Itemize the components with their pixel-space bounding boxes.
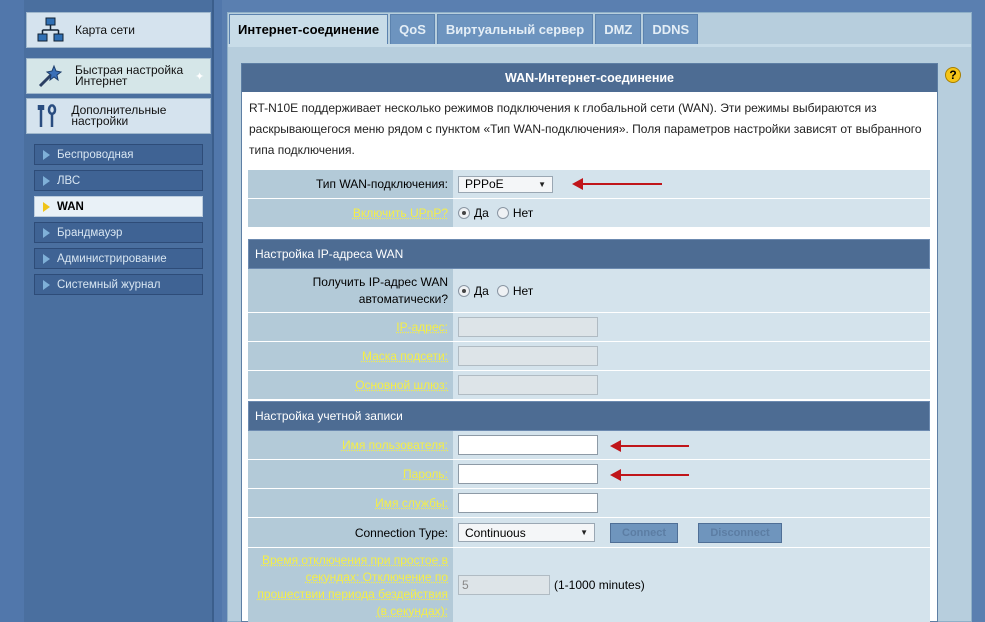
- sidebar-item-lan[interactable]: ЛВС: [34, 170, 203, 191]
- tab-bar: Интернет-соединение QoS Виртуальный серв…: [229, 14, 700, 44]
- sidebar-item-label: ЛВС: [57, 174, 81, 187]
- sidebar-item-label: Брандмауэр: [57, 226, 123, 239]
- gateway-input[interactable]: [458, 375, 598, 395]
- wan-type-label: Тип WAN-подключения:: [248, 170, 453, 198]
- sidebar-item-label: Дополнительные настройки: [71, 103, 167, 128]
- upnp-label[interactable]: Включить UPnP?: [353, 206, 448, 220]
- sidebar-item-advanced[interactable]: Дополнительные настройки: [26, 98, 211, 134]
- sidebar-item-wireless[interactable]: Беспроводная: [34, 144, 203, 165]
- triangle-bullet-icon: [43, 149, 50, 160]
- connection-type-value: Continuous: [465, 525, 526, 540]
- help-icon[interactable]: ?: [945, 67, 961, 83]
- upnp-yes-radio[interactable]: [458, 207, 470, 219]
- ip-auto-yes-radio[interactable]: [458, 284, 470, 297]
- chevron-down-icon: ▼: [538, 179, 546, 189]
- subnet-mask-input[interactable]: [458, 346, 598, 366]
- sidebar-item-label: WAN: [57, 200, 84, 213]
- red-arrow-icon: [572, 178, 662, 190]
- sidebar-item-firewall[interactable]: Брандмауэр: [34, 222, 203, 243]
- upnp-yes-label: Да: [474, 206, 489, 220]
- service-name-row: Имя службы:: [248, 489, 930, 518]
- triangle-bullet-icon: [43, 227, 50, 238]
- ip-auto-no-label: Нет: [512, 283, 534, 298]
- ip-auto-no-radio[interactable]: [496, 284, 509, 297]
- connection-type-label: Connection Type:: [248, 518, 453, 547]
- tab-dmz[interactable]: DMZ: [595, 14, 642, 44]
- tab-underline: [228, 44, 971, 47]
- sparkle-icon: ✦: [195, 70, 205, 83]
- ip-address-label[interactable]: IP-адрес:: [396, 320, 448, 334]
- tab-qos[interactable]: QoS: [390, 14, 435, 44]
- upnp-no-label: Нет: [512, 206, 534, 220]
- username-label[interactable]: Имя пользователя:: [342, 438, 448, 452]
- idle-timeout-label[interactable]: Время отключения при простое в секундах:…: [248, 552, 448, 620]
- sidebar-item-label: Быстрая настройка Интернет: [75, 63, 184, 88]
- disconnect-button[interactable]: Disconnect: [698, 522, 782, 543]
- connection-type-row: Connection Type: Continuous ▼ Connect Di…: [248, 518, 930, 548]
- sidebar-item-label: Беспроводная: [57, 148, 134, 161]
- password-input[interactable]: [458, 464, 598, 484]
- sidebar-item-label: Администрирование: [57, 252, 167, 265]
- sidebar-item-network-map[interactable]: Карта сети: [26, 12, 211, 48]
- network-map-icon: [33, 13, 67, 47]
- connection-type-select[interactable]: Continuous ▼: [458, 523, 595, 542]
- sidebar-item-wan[interactable]: WAN: [34, 196, 203, 217]
- tab-ddns[interactable]: DDNS: [643, 14, 699, 44]
- sidebar-item-label: Системный журнал: [57, 278, 161, 291]
- tab-virtual-server[interactable]: Виртуальный сервер: [436, 14, 594, 44]
- gateway-row: Основной шлюз:: [248, 371, 930, 400]
- triangle-bullet-icon: [43, 175, 50, 186]
- sidebar-item-administration[interactable]: Администрирование: [34, 248, 203, 269]
- idle-timeout-input[interactable]: 5: [458, 575, 550, 595]
- ip-auto-yes-label: Да: [474, 283, 489, 298]
- panel-title: WAN-Интернет-соединение: [242, 64, 937, 92]
- ip-address-input[interactable]: [458, 317, 598, 337]
- triangle-bullet-icon: [43, 201, 50, 212]
- ip-auto-row: Получить IP-адрес WAN автоматически? Да …: [248, 269, 930, 313]
- red-arrow-icon: [610, 440, 689, 452]
- connect-button[interactable]: Connect: [610, 522, 678, 543]
- upnp-no-radio[interactable]: [496, 207, 509, 219]
- wan-type-select[interactable]: PPPoE ▼: [458, 175, 553, 193]
- tools-icon: [33, 99, 63, 133]
- sidebar-item-system-log[interactable]: Системный журнал: [34, 274, 203, 295]
- ip-section-header: Настройка IP-адреса WAN: [248, 239, 930, 269]
- tab-internet-connection[interactable]: Интернет-соединение: [229, 14, 389, 44]
- subnet-mask-label[interactable]: Маска подсети:: [362, 349, 448, 363]
- sidebar-item-label: Карта сети: [75, 22, 135, 37]
- account-section-header: Настройка учетной записи: [248, 401, 930, 431]
- username-input[interactable]: [458, 435, 598, 455]
- sidebar-item-quick-setup[interactable]: Быстрая настройка Интернет ✦: [26, 58, 211, 94]
- ip-auto-label: Получить IP-адрес WAN автоматически?: [312, 274, 448, 306]
- username-row: Имя пользователя:: [248, 431, 930, 460]
- idle-timeout-hint: (1-1000 minutes): [554, 578, 645, 592]
- chevron-down-icon: ▼: [580, 528, 588, 537]
- wan-type-value: PPPoE: [465, 177, 504, 191]
- password-label[interactable]: Пароль:: [403, 467, 448, 481]
- password-row: Пароль:: [248, 460, 930, 489]
- subnet-mask-row: Маска подсети:: [248, 342, 930, 371]
- magic-wand-icon: [33, 59, 67, 93]
- triangle-bullet-icon: [43, 253, 50, 264]
- service-name-label[interactable]: Имя службы:: [375, 496, 448, 510]
- service-name-input[interactable]: [458, 493, 598, 513]
- red-arrow-icon: [610, 469, 689, 481]
- gateway-label[interactable]: Основной шлюз:: [355, 378, 448, 392]
- triangle-bullet-icon: [43, 279, 50, 290]
- idle-timeout-row: Время отключения при простое в секундах:…: [248, 548, 930, 622]
- upnp-row: Включить UPnP? Да Нет: [248, 199, 930, 228]
- ip-address-row: IP-адрес:: [248, 313, 930, 342]
